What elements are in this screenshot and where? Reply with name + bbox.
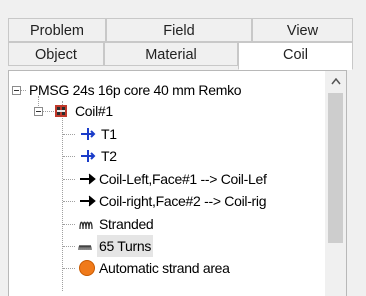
vertical-scrollbar[interactable]	[325, 71, 346, 296]
tree-coil-node[interactable]: Coil#1	[9, 100, 325, 122]
coil-block-icon	[50, 100, 72, 122]
tab-problem[interactable]: Problem	[8, 18, 106, 42]
item-label: Stranded	[99, 216, 154, 232]
scroll-up-button[interactable]	[325, 71, 346, 92]
blue-cross-arrow-icon	[77, 123, 99, 145]
item-label: T2	[101, 148, 117, 164]
orange-circle-icon	[76, 257, 98, 279]
tree-item[interactable]: Coil-right,Face#2 --> Coil-rig	[9, 190, 325, 212]
winding-icon	[76, 213, 98, 235]
tab-material[interactable]: Material	[104, 42, 238, 66]
tree-item[interactable]: Stranded	[9, 213, 325, 235]
right-arrow-icon	[77, 190, 99, 212]
collapse-toggle[interactable]	[12, 86, 21, 95]
item-label: Coil-Left,Face#1 --> Coil-Lef	[99, 171, 267, 187]
item-label: Automatic strand area	[99, 260, 230, 276]
tab-strip: Problem Field View Object Material Coil	[8, 18, 353, 70]
tree-root-label: PMSG 24s 16p core 40 mm Remko	[29, 82, 242, 98]
collapse-toggle[interactable]	[34, 107, 43, 116]
coil-label: Coil#1	[75, 103, 113, 119]
tree-content: PMSG 24s 16p core 40 mm Remko Coil#1 T1 …	[9, 71, 325, 296]
tab-object[interactable]: Object	[8, 42, 104, 66]
tree-item[interactable]: Coil-Left,Face#1 --> Coil-Lef	[9, 168, 325, 190]
blue-cross-arrow-icon	[77, 145, 99, 167]
tree-item[interactable]: T1	[9, 123, 325, 145]
tab-field[interactable]: Field	[106, 18, 252, 42]
tree-item[interactable]: Automatic strand area	[9, 257, 325, 279]
tree-root-node[interactable]: PMSG 24s 16p core 40 mm Remko	[9, 79, 325, 101]
chevron-up-icon	[330, 78, 341, 85]
scroll-thumb[interactable]	[328, 93, 343, 243]
coil-properties-window: Problem Field View Object Material Coil …	[0, 0, 366, 296]
item-label: T1	[101, 126, 117, 142]
right-arrow-icon	[77, 168, 99, 190]
tab-view[interactable]: View	[252, 18, 353, 42]
project-tree[interactable]: PMSG 24s 16p core 40 mm Remko Coil#1 T1 …	[8, 70, 347, 296]
tab-coil[interactable]: Coil	[238, 42, 353, 70]
item-label: 65 Turns	[97, 235, 154, 257]
item-label: Coil-right,Face#2 --> Coil-rig	[99, 193, 267, 209]
turns-icon	[76, 235, 98, 257]
tree-item[interactable]: 65 Turns	[9, 235, 325, 257]
tree-item[interactable]: T2	[9, 145, 325, 167]
